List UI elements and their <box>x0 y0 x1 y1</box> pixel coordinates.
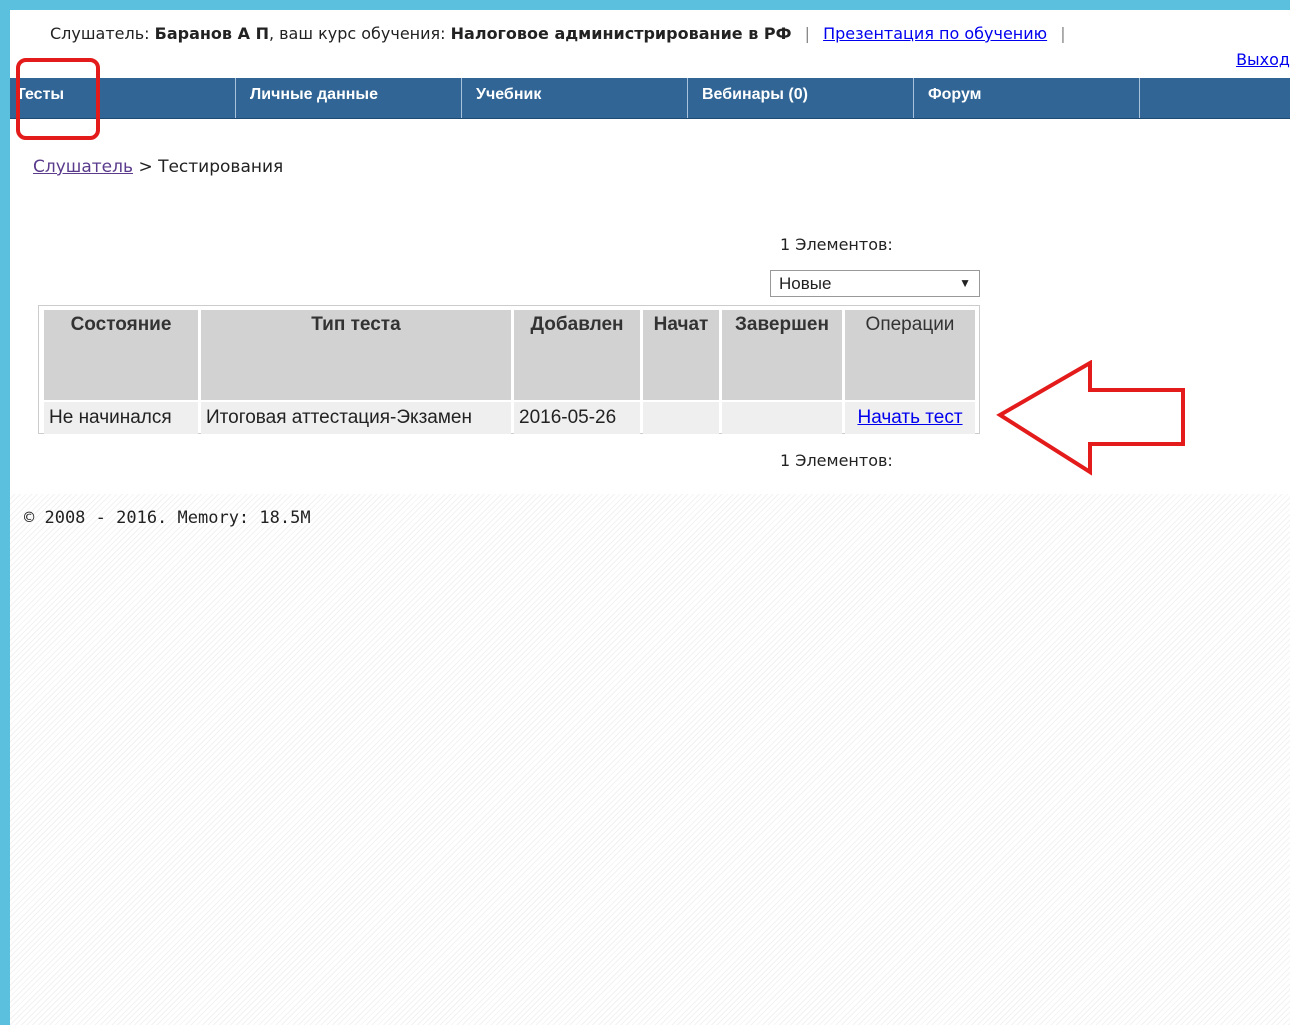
nav-tab-label: Форум <box>928 86 982 103</box>
tests-table: Состояние Тип теста Добавлен Начат Завер… <box>41 308 978 436</box>
user-name: Баранов А П <box>154 24 269 43</box>
presentation-link[interactable]: Презентация по обучению <box>823 24 1047 43</box>
cell-operation: Начать тест <box>845 402 975 434</box>
breadcrumb-root-link[interactable]: Слушатель <box>33 157 133 177</box>
nav-tab-personal-data[interactable]: Личные данные <box>236 78 462 118</box>
breadcrumb-current: Тестирования <box>158 157 284 177</box>
logout-link[interactable]: Выход <box>1236 50 1290 69</box>
logout-container: Выход <box>1236 50 1290 69</box>
user-info-bar: Слушатель: Баранов А П, ваш курс обучени… <box>10 24 1290 46</box>
cell-finished <box>722 402 842 434</box>
annotation-arrow-icon <box>996 360 1185 476</box>
items-count-top: 1 Элементов: <box>780 235 893 254</box>
items-count-bottom: 1 Элементов: <box>780 451 893 470</box>
tests-table-container: Состояние Тип теста Добавлен Начат Завер… <box>38 305 980 434</box>
separator: | <box>1060 24 1066 43</box>
footer-copyright: © 2008 - 2016. Memory: 18.5M <box>24 508 311 528</box>
table-header-row: Состояние Тип теста Добавлен Начат Завер… <box>44 310 975 400</box>
nav-tab-webinars[interactable]: Вебинары (0) <box>688 78 914 118</box>
listener-label: Слушатель: <box>50 24 150 43</box>
course-label: , ваш курс обучения: <box>268 24 446 43</box>
filter-select-value: Новые <box>779 274 832 293</box>
column-header-test-type: Тип теста <box>201 310 511 400</box>
nav-tab-label: Личные данные <box>250 86 378 103</box>
cell-started <box>643 402 719 434</box>
breadcrumb-separator: > <box>138 157 153 177</box>
nav-tab-empty <box>1140 78 1290 118</box>
page: Слушатель: Баранов А П, ваш курс обучени… <box>10 10 1290 1025</box>
cell-status: Не начинался <box>44 402 198 434</box>
annotation-highlight-box <box>16 58 100 140</box>
column-header-status: Состояние <box>44 310 198 400</box>
column-header-started: Начат <box>643 310 719 400</box>
nav-tab-label: Вебинары (0) <box>702 86 808 103</box>
window-frame-left <box>0 0 10 1025</box>
dropdown-arrow-icon: ▼ <box>959 276 971 290</box>
nav-tab-textbook[interactable]: Учебник <box>462 78 688 118</box>
column-header-added: Добавлен <box>514 310 640 400</box>
column-header-operations: Операции <box>845 310 975 400</box>
breadcrumb: Слушатель > Тестирования <box>33 157 283 177</box>
start-test-link[interactable]: Начать тест <box>857 407 962 428</box>
filter-select[interactable]: Новые ▼ <box>770 270 980 297</box>
course-name: Налоговое администрирование в РФ <box>450 24 792 43</box>
column-header-finished: Завершен <box>722 310 842 400</box>
nav-tab-forum[interactable]: Форум <box>914 78 1140 118</box>
nav-tab-label <box>1140 86 1154 103</box>
nav-tab-label: Учебник <box>476 86 542 103</box>
cell-test-type: Итоговая аттестация-Экзамен <box>201 402 511 434</box>
footer: © 2008 - 2016. Memory: 18.5M <box>10 494 1290 1025</box>
table-row: Не начинался Итоговая аттестация-Экзамен… <box>44 402 975 434</box>
window-frame-top <box>0 0 1290 10</box>
cell-added: 2016-05-26 <box>514 402 640 434</box>
separator: | <box>804 24 810 43</box>
main-nav: Тесты Личные данные Учебник Вебинары (0)… <box>10 78 1290 119</box>
